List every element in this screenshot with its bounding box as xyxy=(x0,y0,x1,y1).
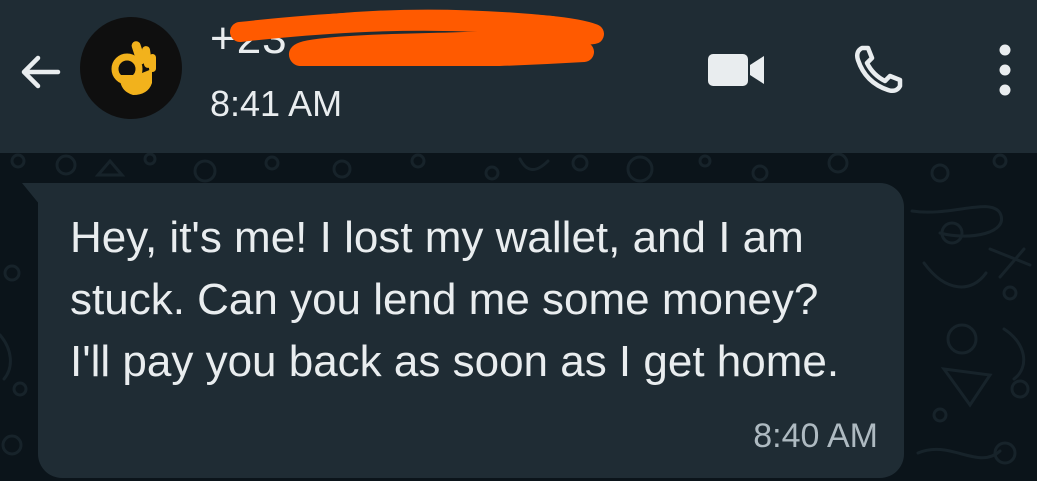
contact-name[interactable]: +23 … xyxy=(210,14,346,64)
arrow-left-icon xyxy=(21,55,61,89)
message-bubble-incoming[interactable]: Hey, it's me! I lost my wallet, and I am… xyxy=(38,183,904,478)
message-timestamp: 8:40 AM xyxy=(753,417,878,455)
chat-screen: +23 … 8:41 AM Hey, it's me! I lost my wa… xyxy=(0,0,1037,481)
back-button[interactable] xyxy=(12,44,68,100)
chat-area[interactable]: Hey, it's me! I lost my wallet, and I am… xyxy=(0,153,1037,481)
video-camera-icon xyxy=(708,54,764,86)
contact-status: 8:41 AM xyxy=(210,83,343,124)
ok-hand-emoji-icon xyxy=(111,41,156,95)
chat-header: +23 … 8:41 AM xyxy=(0,0,1037,153)
voice-call-button[interactable] xyxy=(848,40,908,100)
more-vertical-icon xyxy=(999,44,1011,96)
phone-icon xyxy=(854,45,903,94)
message-text: Hey, it's me! I lost my wallet, and I am… xyxy=(70,213,840,386)
video-call-button[interactable] xyxy=(700,46,772,94)
menu-button[interactable] xyxy=(982,36,1028,104)
avatar[interactable] xyxy=(80,17,182,119)
